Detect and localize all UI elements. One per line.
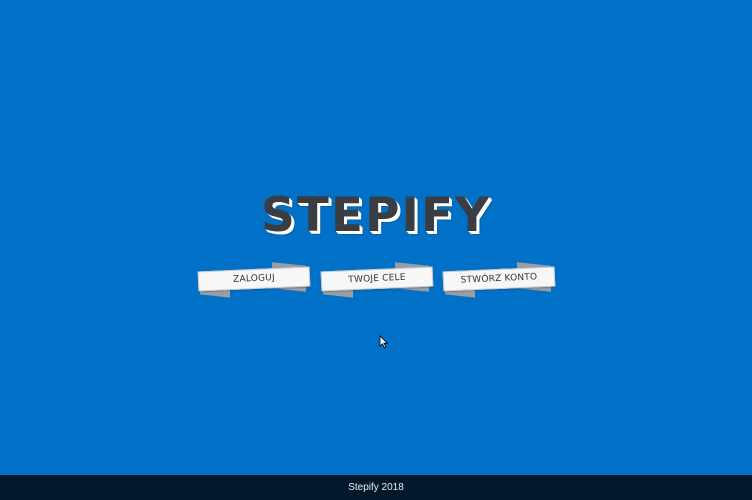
- your-goals-button-label: TWOJE CELE: [348, 272, 406, 286]
- footer-copyright: Stepify 2018: [348, 482, 404, 493]
- create-account-button[interactable]: STWÓRZ KONTO: [442, 262, 556, 298]
- login-button-label: ZALOGUJ: [232, 273, 276, 285]
- your-goals-button[interactable]: TWOJE CELE: [320, 262, 434, 298]
- page-footer: Stepify 2018: [0, 475, 752, 500]
- create-account-button-label: STWÓRZ KONTO: [460, 272, 538, 286]
- app-logo-title: STEPIFY: [260, 188, 492, 243]
- main-nav: ZALOGUJ TWOJE CELE STWÓRZ KONTO: [0, 262, 752, 300]
- login-button[interactable]: ZALOGUJ: [197, 262, 311, 298]
- mouse-pointer-icon: [379, 335, 389, 349]
